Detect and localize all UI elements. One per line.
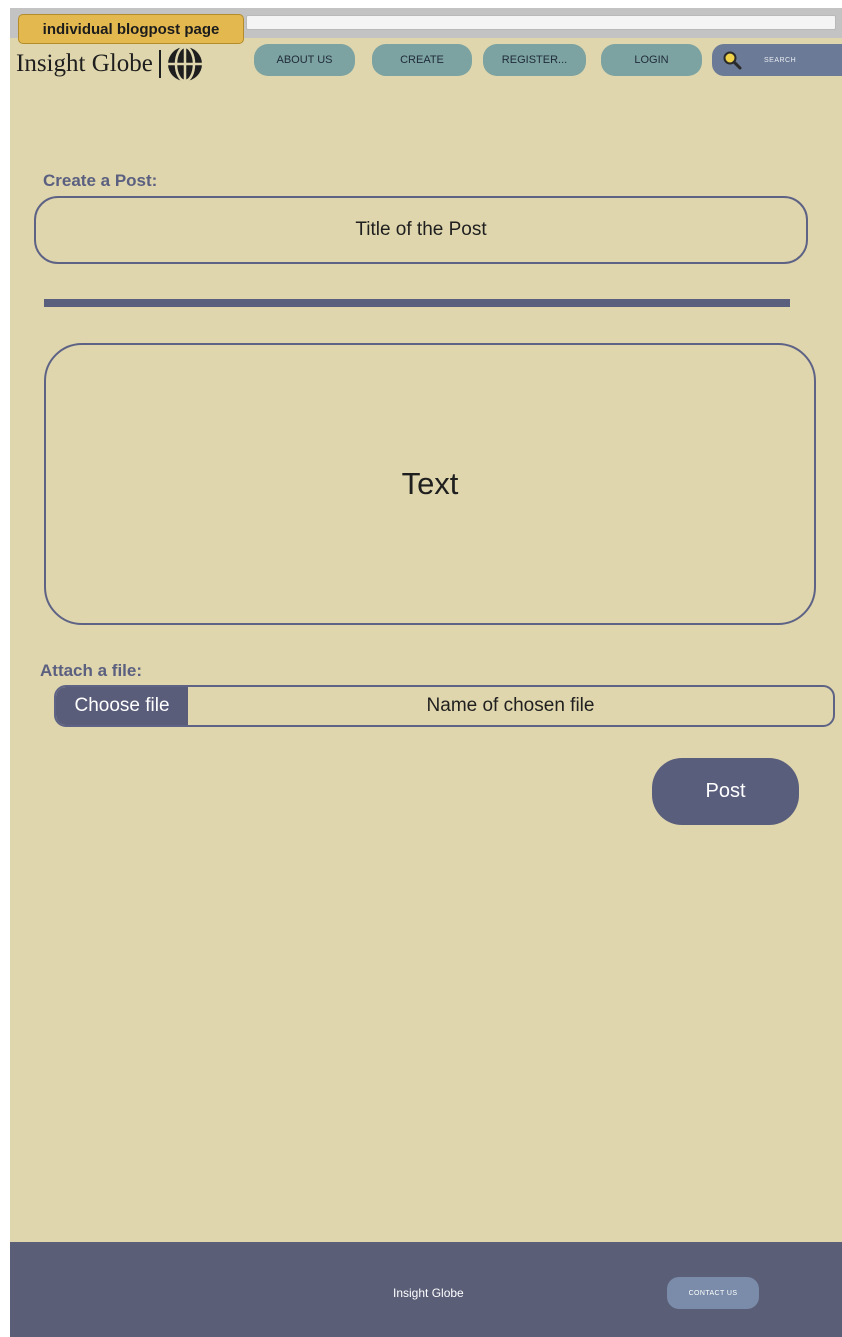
top-strip-field (246, 15, 836, 30)
file-attach-field: Choose file Name of chosen file (54, 685, 835, 727)
chosen-file-name: Name of chosen file (426, 695, 595, 716)
nav-create-button[interactable]: CREATE (372, 44, 472, 76)
search-label: SEARCH (764, 56, 797, 64)
page-annotation-tag: individual blogpost page (18, 14, 244, 44)
section-divider (44, 299, 790, 307)
brand-name: Insight Globe (16, 50, 153, 77)
search-icon (723, 51, 742, 70)
brand-logo[interactable]: Insight Globe (16, 46, 203, 82)
post-title-input[interactable]: Title of the Post (34, 196, 808, 264)
nav-register-button[interactable]: REGISTER... (483, 44, 586, 76)
nav-about-us-button[interactable]: ABOUT US (254, 44, 355, 76)
footer: Insight Globe CONTACT US (10, 1242, 842, 1337)
globe-icon (167, 46, 202, 82)
footer-brand: Insight Globe (393, 1286, 464, 1300)
page-frame: individual blogpost page Insight Globe A… (10, 8, 842, 1337)
nav-login-button[interactable]: LOGIN (601, 44, 702, 76)
post-text-input[interactable]: Text (44, 343, 816, 625)
attach-file-heading: Attach a file: (40, 661, 143, 680)
brand-separator (158, 50, 161, 78)
choose-file-button[interactable]: Choose file (56, 687, 188, 725)
post-button[interactable]: Post (652, 758, 799, 825)
create-post-heading: Create a Post: (43, 171, 158, 190)
contact-us-button[interactable]: CONTACT US (667, 1277, 759, 1309)
search-box[interactable]: SEARCH (712, 44, 842, 76)
